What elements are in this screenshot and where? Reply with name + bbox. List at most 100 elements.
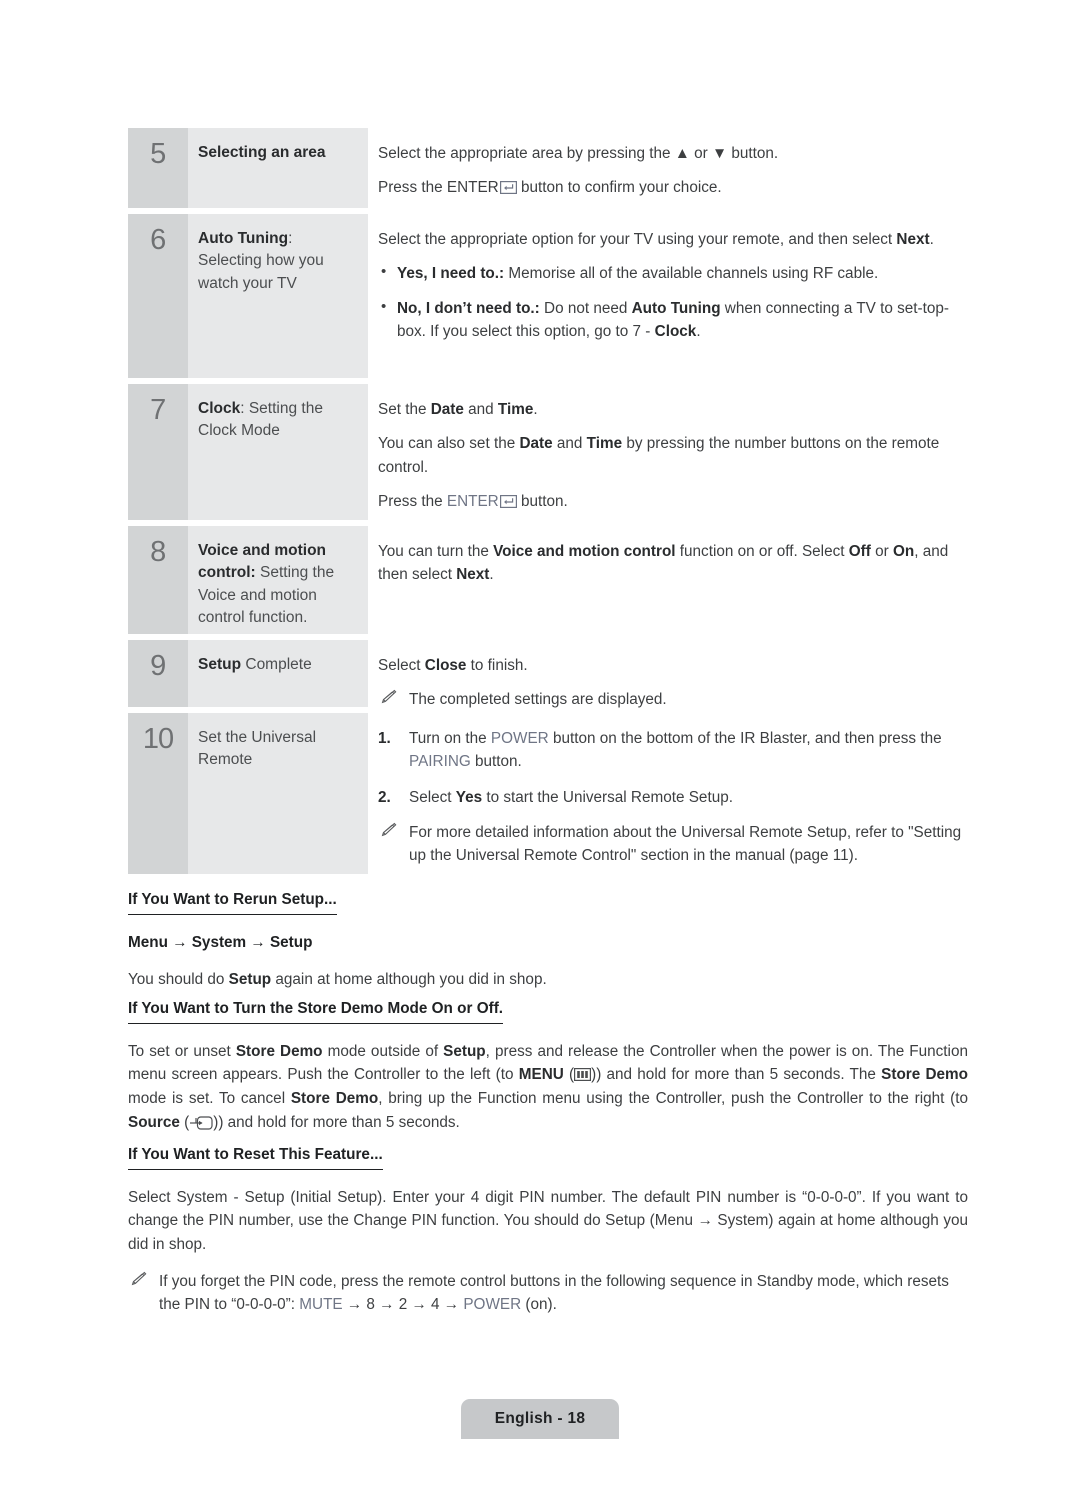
step-line: Set the Date and Time. xyxy=(378,398,968,421)
step-line: You can also set the Date and Time by pr… xyxy=(378,432,968,479)
step-number: 7 xyxy=(128,384,188,520)
step-description: Set the Date and Time. You can also set … xyxy=(368,384,968,520)
step-description: 1. Turn on the POWER button on the bottom… xyxy=(368,713,968,874)
step-title: Setup Complete xyxy=(188,640,368,707)
text-seg: to start the Universal Remote Setup. xyxy=(482,788,733,806)
step-number: 6 xyxy=(128,214,188,378)
bullet-text-bold: Clock xyxy=(654,322,697,340)
text-seg: mode outside of xyxy=(322,1042,444,1060)
bullet-label: No, I don’t need to.: xyxy=(397,299,540,317)
step-description: Select Close to finish. The completed se… xyxy=(368,640,968,708)
step-title-bold: Clock xyxy=(198,400,241,417)
step-number: 5 xyxy=(128,128,188,208)
table-row: 8 Voice and motion control: Setting the … xyxy=(128,526,968,634)
note-line: For more detailed information about the … xyxy=(378,821,968,868)
text-seg: button. xyxy=(516,492,568,510)
text-bold: Date xyxy=(430,401,464,418)
text-bold: Time xyxy=(497,401,534,418)
text-bold: Setup xyxy=(228,971,272,989)
bullet-text: Do not need xyxy=(539,299,632,317)
step-description: Select the appropriate area by pressing … xyxy=(368,128,968,208)
step-line: Press the ENTER button. xyxy=(378,490,968,513)
enter-key-icon xyxy=(499,494,517,508)
step-description: Select the appropriate option for your T… xyxy=(368,214,968,378)
pencil-icon xyxy=(379,822,397,838)
text-bold: Voice and motion control xyxy=(493,543,676,560)
list-item: 2. Select Yes to start the Universal Remo… xyxy=(378,786,968,809)
bullet-text: . xyxy=(696,322,701,340)
text-seg: Turn on the xyxy=(409,730,491,747)
step-title-bold: Setup xyxy=(198,656,242,673)
text-seg: or xyxy=(870,543,893,560)
text-bold: On xyxy=(892,543,915,560)
section-paragraph: You should do Setup again at home althou… xyxy=(128,968,968,992)
text-seg: ( xyxy=(179,1113,190,1131)
section-heading: If You Want to Reset This Feature... xyxy=(128,1143,383,1170)
step-numbered-list: 1. Turn on the POWER button on the bottom… xyxy=(378,727,968,809)
text-bold: Off xyxy=(848,543,871,560)
text-seg: , bring up the Function menu using the C… xyxy=(378,1090,968,1108)
power-key-label: POWER xyxy=(490,730,549,747)
text-seg: function on or off. Select xyxy=(675,543,849,560)
text-seg: button. xyxy=(470,753,522,771)
text-bold: Close xyxy=(424,657,467,674)
step-title: Set the Universal Remote xyxy=(188,713,368,874)
step-title: Voice and motion control: Setting the Vo… xyxy=(188,526,368,634)
text-seg: and xyxy=(552,435,587,453)
step-number: 9 xyxy=(128,640,188,707)
list-item: No, I don’t need to.: Do not need Auto T… xyxy=(378,296,968,344)
step-bullet-list: Yes, I need to.: Memorise all of the ava… xyxy=(378,261,968,344)
table-row: 7 Clock: Setting the Clock Mode Set the … xyxy=(128,384,968,520)
source-icon xyxy=(189,1116,213,1130)
text-bold: Next xyxy=(456,566,490,584)
section-rerun-setup: If You Want to Rerun Setup... Menu → Sys… xyxy=(128,888,968,992)
pencil-icon xyxy=(129,1271,147,1287)
step-line-text: button to confirm your choice. xyxy=(516,179,722,197)
table-row: 10 Set the Universal Remote 1. Turn on th… xyxy=(128,713,968,874)
text-seg: . xyxy=(489,566,494,584)
text-bold: Store Demo xyxy=(881,1066,968,1084)
text-seg: )) and hold for more than 5 seconds. The xyxy=(591,1066,882,1084)
section-heading: If You Want to Rerun Setup... xyxy=(128,888,337,915)
text-seg: button on the bottom of the IR Blaster, … xyxy=(548,730,942,747)
text-seg: You can turn the xyxy=(378,543,494,560)
step-intro: Select the appropriate option for your T… xyxy=(378,228,968,251)
step-description: You can turn the Voice and motion contro… xyxy=(368,526,968,634)
step-intro-bold: Next xyxy=(896,231,930,248)
text-bold: Setup xyxy=(443,1042,486,1060)
enter-key-icon xyxy=(499,181,517,195)
step-line: Select the appropriate area by pressing … xyxy=(378,142,968,165)
step-title: Clock: Setting the Clock Mode xyxy=(188,384,368,520)
step-line-text: Select the appropriate area by pressing … xyxy=(378,145,779,162)
text-seg: )) and hold for more than 5 seconds. xyxy=(213,1113,460,1131)
step-line: You can turn the Voice and motion contro… xyxy=(378,540,968,587)
step-line-text: Press the ENTER xyxy=(378,179,499,197)
step-intro-c: . xyxy=(929,231,934,248)
step-title-bold: Auto Tuning xyxy=(198,230,289,247)
bullet-label: Yes, I need to.: xyxy=(397,265,505,283)
text-seg: (on). xyxy=(521,1296,557,1314)
text-seg: mode is set. To cancel xyxy=(128,1090,291,1108)
pencil-icon xyxy=(379,689,397,705)
text-seg: → 8 → 2 → 4 → xyxy=(342,1296,464,1314)
step-line: Select Close to finish. xyxy=(378,654,968,677)
setup-steps-table: 5 Selecting an area Select the appropria… xyxy=(128,128,968,880)
step-title: Selecting an area xyxy=(188,128,368,208)
text-seg: You should do xyxy=(128,971,229,989)
text-seg: You can also set the xyxy=(378,435,520,453)
table-row: 6 Auto Tuning: Selecting how you watch y… xyxy=(128,214,968,378)
note-line: If you forget the PIN code, press the re… xyxy=(128,1270,968,1317)
page-footer-tab: English - 18 xyxy=(461,1399,619,1439)
note-line: The completed settings are displayed. xyxy=(378,688,968,711)
text-bold: Store Demo xyxy=(235,1042,323,1060)
step-title-rest: Set the Universal Remote xyxy=(198,729,317,769)
step-intro-a: Select the appropriate option for your T… xyxy=(378,231,897,248)
list-item: Yes, I need to.: Memorise all of the ava… xyxy=(378,261,968,285)
text-seg: Set the xyxy=(378,401,431,418)
text-bold: Yes xyxy=(455,788,483,806)
text-bold: Source xyxy=(128,1113,180,1131)
text-seg: again at home although you did in shop. xyxy=(271,971,547,989)
step-title-rest: Complete xyxy=(241,656,312,673)
menu-path: Menu → System → Setup xyxy=(128,933,313,951)
text-seg: To set or unset xyxy=(128,1042,236,1060)
